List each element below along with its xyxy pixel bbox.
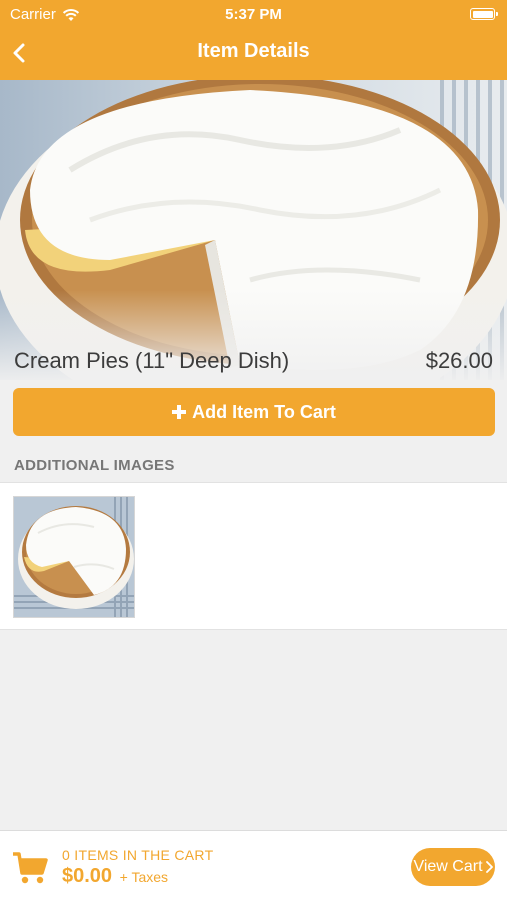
add-to-cart-button[interactable]: Add Item To Cart (13, 388, 495, 436)
shopping-cart-icon (13, 852, 48, 884)
status-time: 5:37 PM (225, 6, 282, 23)
status-bar: Carrier 5:37 PM (0, 0, 507, 30)
cart-total: $0.00 + Taxes (62, 865, 168, 888)
cart-taxes-label: + Taxes (119, 869, 169, 885)
item-main-image (0, 80, 507, 380)
navigation-bar: Carrier 5:37 PM Item Details (0, 0, 507, 80)
view-cart-label: View Cart (413, 858, 483, 875)
cart-icon[interactable] (12, 851, 50, 885)
cart-items-count: 0 ITEMS IN THE CART (62, 847, 214, 863)
cart-total-amount: $0.00 (62, 865, 113, 887)
plus-icon (172, 405, 187, 419)
pie-thumbnail-image (14, 497, 134, 617)
page-title: Item Details (197, 40, 310, 62)
view-cart-button[interactable]: View Cart (411, 848, 495, 886)
additional-images-header: ADDITIONAL IMAGES (14, 457, 175, 474)
battery-icon (470, 8, 498, 20)
item-price: $26.00 (425, 348, 493, 373)
add-to-cart-label: Add Item To Cart (192, 401, 336, 422)
cart-summary-bar: 0 ITEMS IN THE CART $0.00 + Taxes View C… (0, 830, 507, 900)
item-name: Cream Pies (11" Deep Dish) (14, 348, 290, 373)
additional-image-thumbnail[interactable] (13, 496, 135, 618)
chevron-right-icon (485, 861, 493, 873)
additional-images-list (0, 482, 507, 630)
